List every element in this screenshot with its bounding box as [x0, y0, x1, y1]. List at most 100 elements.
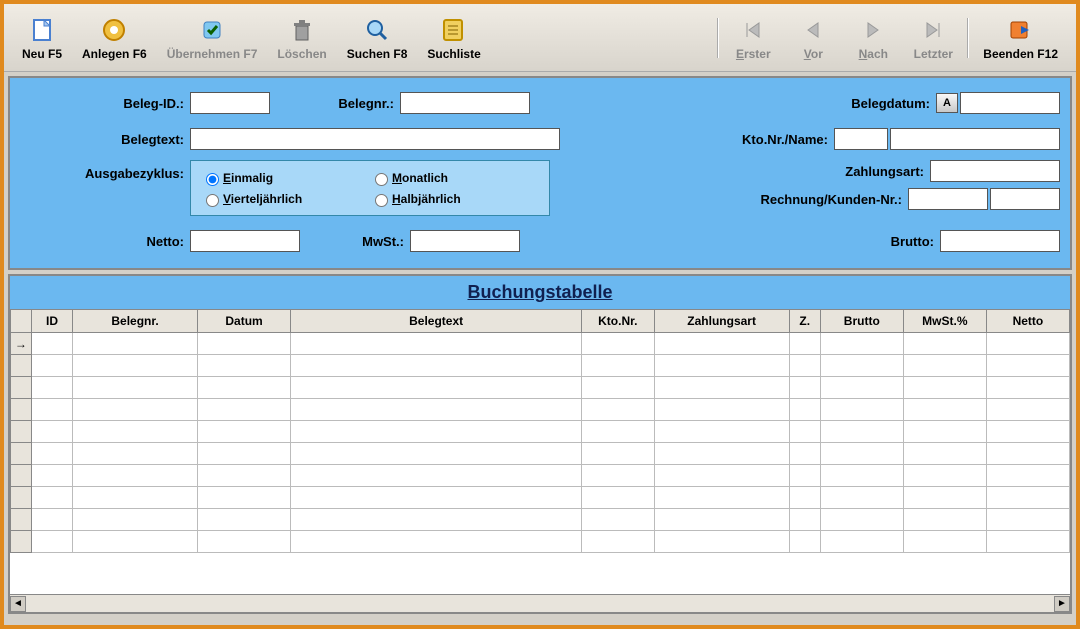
cell[interactable]: [197, 443, 290, 465]
cell[interactable]: [654, 377, 789, 399]
rechnung-input[interactable]: [908, 188, 988, 210]
cell[interactable]: [31, 531, 73, 553]
kto-name-input[interactable]: [890, 128, 1060, 150]
cell[interactable]: [986, 531, 1069, 553]
letzter-button[interactable]: Letzter: [903, 11, 963, 65]
belegdatum-auto-button[interactable]: A: [936, 93, 958, 113]
cell[interactable]: [291, 531, 582, 553]
col-ktonr[interactable]: Kto.Nr.: [581, 310, 654, 333]
cell[interactable]: [903, 509, 986, 531]
cell[interactable]: [291, 465, 582, 487]
neu-button[interactable]: Neu F5: [12, 11, 72, 65]
cell[interactable]: [197, 531, 290, 553]
cell[interactable]: [73, 355, 198, 377]
cell[interactable]: [31, 421, 73, 443]
cell[interactable]: [654, 355, 789, 377]
cell[interactable]: [986, 443, 1069, 465]
grid-scroll[interactable]: ID Belegnr. Datum Belegtext Kto.Nr. Zahl…: [10, 309, 1070, 594]
cell[interactable]: [820, 465, 903, 487]
cell[interactable]: [73, 333, 198, 355]
table-row[interactable]: [11, 509, 1070, 531]
col-id[interactable]: ID: [31, 310, 73, 333]
cell[interactable]: [820, 355, 903, 377]
cell[interactable]: [31, 465, 73, 487]
cell[interactable]: [654, 421, 789, 443]
cell[interactable]: [789, 377, 820, 399]
col-netto[interactable]: Netto: [986, 310, 1069, 333]
cell[interactable]: [197, 509, 290, 531]
scroll-left-button[interactable]: ◄: [10, 596, 26, 612]
col-belegnr[interactable]: Belegnr.: [73, 310, 198, 333]
cell[interactable]: [31, 399, 73, 421]
cell[interactable]: [654, 487, 789, 509]
table-row[interactable]: [11, 465, 1070, 487]
zahlungsart-input[interactable]: [930, 160, 1060, 182]
cell[interactable]: [31, 509, 73, 531]
anlegen-button[interactable]: Anlegen F6: [72, 11, 157, 65]
cell[interactable]: [820, 377, 903, 399]
beleg-id-input[interactable]: [190, 92, 270, 114]
cell[interactable]: [291, 333, 582, 355]
cell[interactable]: [820, 487, 903, 509]
cell[interactable]: [581, 465, 654, 487]
beenden-button[interactable]: Beenden F12: [973, 11, 1068, 65]
vor-button[interactable]: Vor: [783, 11, 843, 65]
cell[interactable]: [654, 333, 789, 355]
cell[interactable]: [581, 531, 654, 553]
cell[interactable]: [654, 465, 789, 487]
rechnung2-input[interactable]: [990, 188, 1060, 210]
col-zahlungsart[interactable]: Zahlungsart: [654, 310, 789, 333]
cell[interactable]: [986, 421, 1069, 443]
col-belegtext[interactable]: Belegtext: [291, 310, 582, 333]
cell[interactable]: [789, 465, 820, 487]
row-header[interactable]: [11, 443, 32, 465]
horizontal-scrollbar[interactable]: ◄ ►: [10, 594, 1070, 612]
row-header[interactable]: [11, 377, 32, 399]
cell[interactable]: [197, 421, 290, 443]
cell[interactable]: [986, 487, 1069, 509]
cell[interactable]: [581, 487, 654, 509]
cell[interactable]: [197, 465, 290, 487]
cell[interactable]: [581, 333, 654, 355]
cell[interactable]: [31, 377, 73, 399]
cell[interactable]: [581, 421, 654, 443]
table-row[interactable]: [11, 487, 1070, 509]
loeschen-button[interactable]: Löschen: [267, 11, 336, 65]
cell[interactable]: [291, 399, 582, 421]
row-header[interactable]: [11, 399, 32, 421]
kto-nr-input[interactable]: [834, 128, 888, 150]
cell[interactable]: [654, 399, 789, 421]
table-row[interactable]: [11, 355, 1070, 377]
cell[interactable]: [986, 355, 1069, 377]
cell[interactable]: [291, 355, 582, 377]
cell[interactable]: [903, 487, 986, 509]
cell[interactable]: [197, 355, 290, 377]
row-header[interactable]: →: [11, 333, 32, 355]
col-datum[interactable]: Datum: [197, 310, 290, 333]
cell[interactable]: [820, 421, 903, 443]
cell[interactable]: [197, 399, 290, 421]
cell[interactable]: [654, 531, 789, 553]
cell[interactable]: [291, 421, 582, 443]
cell[interactable]: [73, 531, 198, 553]
cell[interactable]: [789, 399, 820, 421]
cell[interactable]: [986, 377, 1069, 399]
table-row[interactable]: [11, 399, 1070, 421]
table-row[interactable]: [11, 421, 1070, 443]
zyklus-halb-radio[interactable]: Halbjährlich: [370, 191, 539, 207]
nach-button[interactable]: Nach: [843, 11, 903, 65]
belegtext-input[interactable]: [190, 128, 560, 150]
cell[interactable]: [73, 399, 198, 421]
cell[interactable]: [820, 443, 903, 465]
cell[interactable]: [820, 531, 903, 553]
cell[interactable]: [903, 355, 986, 377]
row-header[interactable]: [11, 531, 32, 553]
col-mwstp[interactable]: MwSt.%: [903, 310, 986, 333]
cell[interactable]: [581, 399, 654, 421]
cell[interactable]: [903, 399, 986, 421]
cell[interactable]: [31, 487, 73, 509]
cell[interactable]: [73, 465, 198, 487]
col-rowsel[interactable]: [11, 310, 32, 333]
cell[interactable]: [73, 487, 198, 509]
row-header[interactable]: [11, 509, 32, 531]
